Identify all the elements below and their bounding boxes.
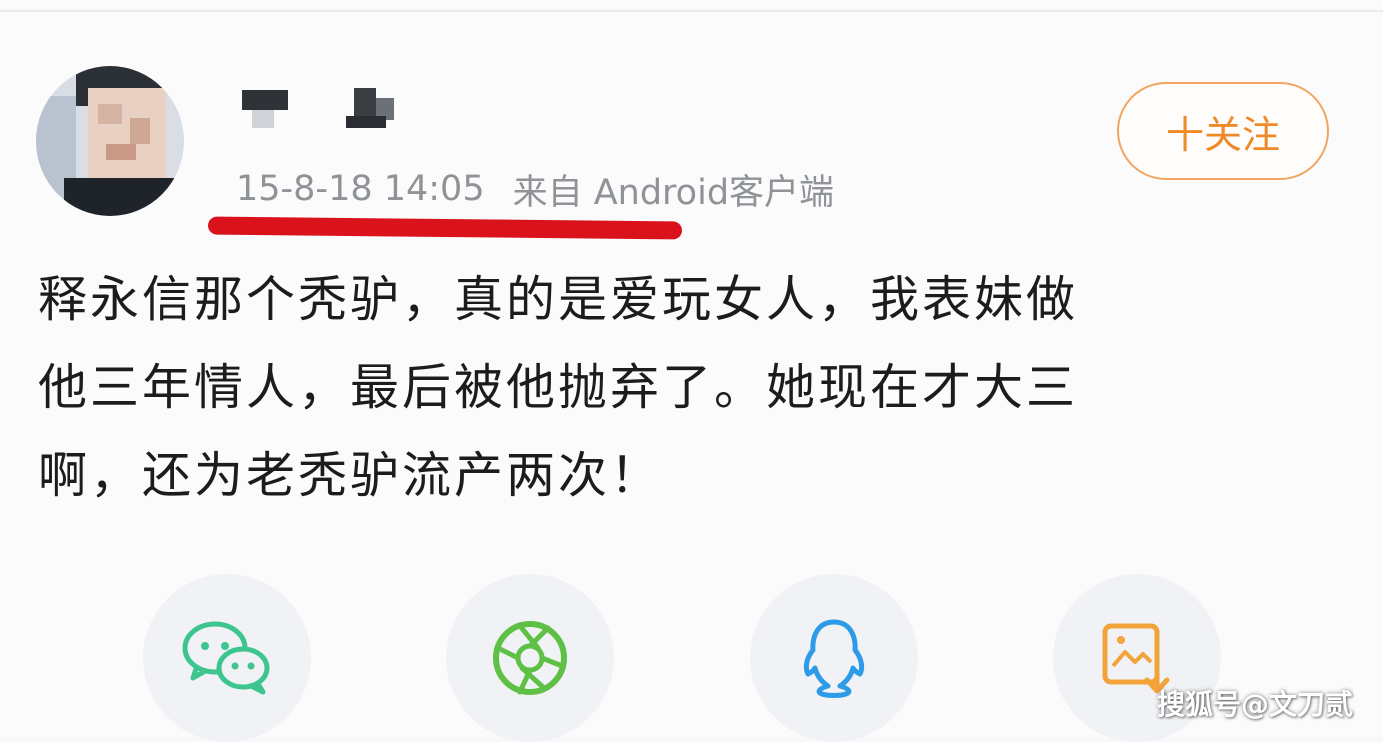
top-divider (0, 10, 1383, 12)
red-underline-annotation (207, 216, 683, 240)
follow-button[interactable]: 十关注 (1117, 82, 1329, 180)
watermark: 搜狐号@文刀贰 (1156, 688, 1353, 721)
share-wechat-button[interactable] (143, 574, 311, 742)
post-text-line: 释永信那个秃驴，真的是爱玩女人，我表妹做 (38, 271, 1079, 328)
wechat-icon (182, 621, 270, 695)
weibo-post-card: 十关注 15-8-18 14:05 来自 Android客户端 释永信那个秃驴，… (0, 0, 1383, 742)
post-timestamp: 15-8-18 14:05 (236, 169, 485, 209)
post-source: 来自 Android客户端 (512, 172, 835, 213)
avatar[interactable] (36, 66, 184, 216)
post-text: 释永信那个秃驴，真的是爱玩女人，我表妹做 他三年情人，最后被他抛弃了。她现在才大… (38, 256, 1288, 520)
share-qq-button[interactable] (750, 574, 918, 742)
qq-icon (803, 619, 865, 698)
post-text-line: 啊，还为老秃驴流产两次！ (38, 447, 663, 504)
moments-icon (493, 621, 567, 695)
follow-label: 十关注 (1165, 112, 1280, 157)
share-moments-button[interactable] (446, 574, 614, 742)
post-meta: 15-8-18 14:05 来自 Android客户端 (236, 164, 834, 214)
username-blurred[interactable] (238, 86, 408, 134)
post-text-line: 他三年情人，最后被他抛弃了。她现在才大三 (38, 359, 1079, 416)
